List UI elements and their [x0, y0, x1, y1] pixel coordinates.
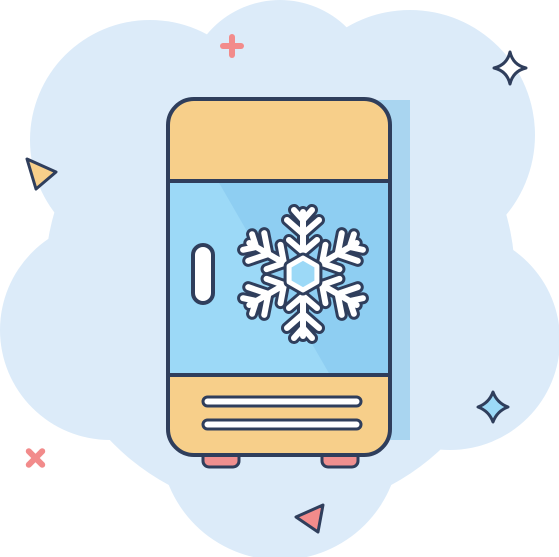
snowflake-center — [286, 255, 320, 293]
vent-line — [201, 418, 363, 431]
vent-line — [201, 395, 363, 408]
cross-icon — [25, 448, 46, 468]
fridge-handle[interactable] — [191, 243, 215, 305]
refrigerator-illustration — [0, 0, 559, 557]
